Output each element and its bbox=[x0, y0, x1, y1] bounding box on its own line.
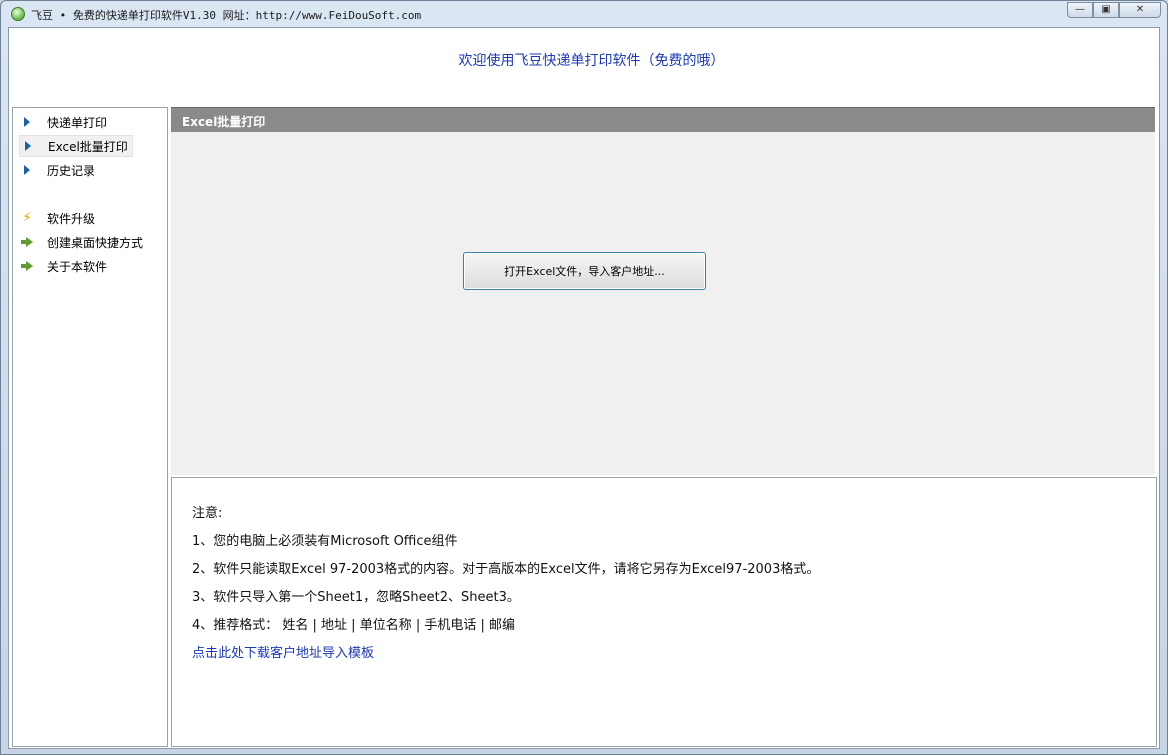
sidebar-item-label: 软件升级 bbox=[47, 211, 96, 226]
sidebar-item-label: 快递单打印 bbox=[47, 115, 108, 130]
green-arrow-icon bbox=[19, 258, 35, 274]
sidebar-item-excel-batch-print[interactable]: Excel批量打印 bbox=[19, 135, 133, 157]
restore-icon: ▣ bbox=[1101, 4, 1111, 15]
sidebar-item-history[interactable]: 历史记录 bbox=[19, 160, 99, 180]
welcome-text: 欢迎使用飞豆快递单打印软件（免费的哦） bbox=[458, 53, 725, 69]
minimize-icon: — bbox=[1075, 4, 1085, 15]
panel-header: Excel批量打印 bbox=[171, 107, 1155, 132]
sidebar-item-about[interactable]: 关于本软件 bbox=[19, 256, 111, 276]
sidebar-item-label: Excel批量打印 bbox=[48, 139, 128, 154]
note-line-1: 1、您的电脑上必须装有Microsoft Office组件 bbox=[192, 534, 458, 549]
panel-title: Excel批量打印 bbox=[182, 115, 266, 129]
welcome-banner: 欢迎使用飞豆快递单打印软件（免费的哦） bbox=[9, 28, 1159, 106]
sidebar: 快递单打印 Excel批量打印 历史记录 ⚡ 软件升级 创建桌面快捷方式 关于本… bbox=[12, 107, 168, 747]
window-controls: — ▣ ✕ bbox=[1067, 2, 1161, 20]
download-template-link[interactable]: 点击此处下载客户地址导入模板 bbox=[192, 642, 374, 661]
close-button[interactable]: ✕ bbox=[1119, 2, 1161, 18]
open-excel-button[interactable]: 打开Excel文件，导入客户地址... bbox=[463, 252, 706, 290]
lightning-icon: ⚡ bbox=[22, 210, 32, 226]
sidebar-item-upgrade[interactable]: ⚡ 软件升级 bbox=[19, 208, 99, 228]
client-area: 欢迎使用飞豆快递单打印软件（免费的哦） 快递单打印 Excel批量打印 历史记录… bbox=[8, 27, 1160, 749]
note-line-2: 2、软件只能读取Excel 97-2003格式的内容。对于高版本的Excel文件… bbox=[192, 562, 820, 577]
sidebar-item-create-shortcut[interactable]: 创建桌面快捷方式 bbox=[19, 232, 147, 252]
title-bar[interactable]: 飞豆 • 免费的快递单打印软件V1.30 网址：http://www.FeiDo… bbox=[1, 1, 1167, 27]
notes-panel: 注意: 1、您的电脑上必须装有Microsoft Office组件 2、软件只能… bbox=[171, 477, 1157, 747]
sidebar-item-label: 关于本软件 bbox=[47, 259, 108, 274]
window-title: 飞豆 • 免费的快递单打印软件V1.30 网址：http://www.FeiDo… bbox=[31, 9, 422, 22]
main-panel: Excel批量打印 打开Excel文件，导入客户地址... bbox=[171, 107, 1155, 475]
triangle-right-icon bbox=[19, 162, 35, 178]
triangle-right-icon bbox=[19, 114, 35, 130]
green-arrow-icon bbox=[19, 234, 35, 250]
app-window: 飞豆 • 免费的快递单打印软件V1.30 网址：http://www.FeiDo… bbox=[0, 0, 1168, 755]
note-line-4: 4、推荐格式： 姓名 | 地址 | 单位名称 | 手机电话 | 邮编 bbox=[192, 618, 515, 633]
triangle-right-icon bbox=[20, 138, 36, 154]
sidebar-item-express-print[interactable]: 快递单打印 bbox=[19, 112, 111, 132]
sidebar-item-label: 创建桌面快捷方式 bbox=[47, 235, 144, 250]
close-icon: ✕ bbox=[1135, 4, 1145, 15]
restore-button[interactable]: ▣ bbox=[1093, 2, 1119, 18]
sidebar-item-label: 历史记录 bbox=[47, 163, 96, 178]
note-line-3: 3、软件只导入第一个Sheet1，忽略Sheet2、Sheet3。 bbox=[192, 590, 520, 605]
app-logo-icon bbox=[11, 7, 25, 21]
notes-title: 注意: bbox=[192, 506, 223, 521]
minimize-button[interactable]: — bbox=[1067, 2, 1093, 18]
